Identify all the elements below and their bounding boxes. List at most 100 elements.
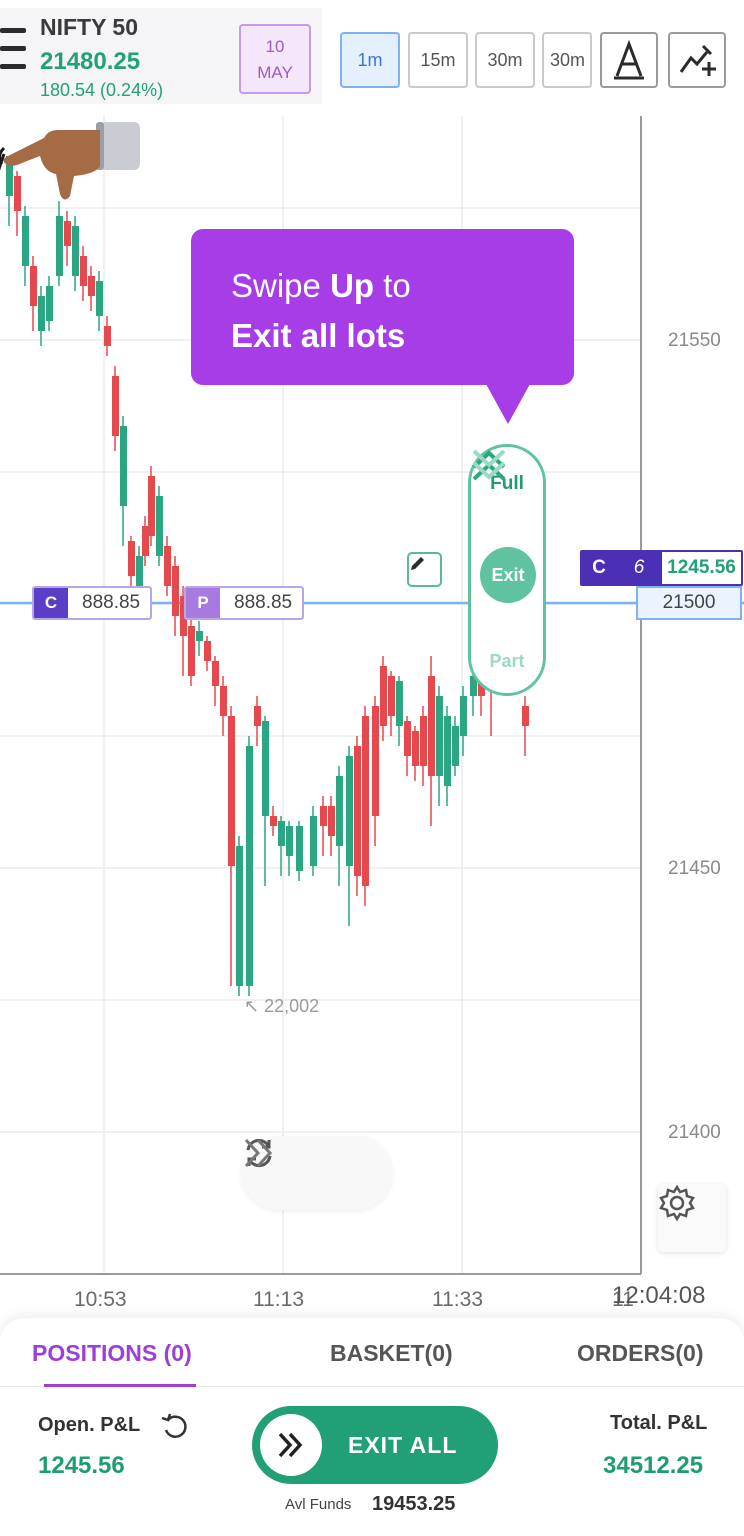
candle-body — [328, 806, 335, 836]
candle-body — [212, 661, 219, 686]
candle-body — [336, 776, 343, 846]
date-month: MAY — [257, 63, 293, 82]
chart-header: NIFTY 50 21480.25 180.54 (0.24%) 10 MAY … — [0, 0, 744, 110]
candle-body — [436, 696, 443, 776]
expiry-date-button[interactable]: 10 MAY — [239, 24, 311, 94]
candle-body — [196, 631, 203, 641]
candle-body — [254, 706, 261, 726]
text-tool-button[interactable] — [600, 32, 658, 88]
menu-icon[interactable] — [0, 28, 28, 74]
open-pnl-label: Open. P&L — [38, 1414, 141, 1436]
x-axis-label: 10:53 — [74, 1288, 127, 1311]
put-order-price: 888.85 — [234, 592, 293, 613]
timeframe-15m-button[interactable]: 15m — [408, 32, 468, 88]
position-tag[interactable]: C 6 1245.56 — [580, 550, 743, 586]
tab-positions[interactable]: POSITIONS (0) — [32, 1340, 192, 1367]
swipe-exit-handle[interactable]: Exit — [480, 547, 536, 603]
edit-position-button[interactable] — [407, 552, 442, 587]
candle-body — [38, 296, 45, 331]
positions-panel: POSITIONS (0) BASKET(0) ORDERS(0) Open. … — [0, 1318, 744, 1536]
pointing-hand-icon — [0, 122, 140, 200]
candle-body — [396, 681, 403, 726]
candle-body — [120, 426, 127, 506]
candle-body — [270, 816, 277, 826]
current-price-marker: 21500 — [636, 586, 742, 620]
exit-all-slider[interactable]: EXIT ALL — [252, 1406, 498, 1484]
double-chevron-right-icon — [278, 1432, 303, 1458]
candle-body — [236, 846, 243, 986]
avl-funds-label: Avl Funds — [285, 1496, 352, 1513]
candle-body — [56, 216, 63, 276]
x-axis-label: 11:13 — [253, 1288, 304, 1311]
candle-body — [380, 666, 387, 726]
avl-funds-value: 19453.25 — [372, 1493, 456, 1515]
draw-line-button[interactable] — [668, 32, 726, 88]
candlestick-chart[interactable]: 21550 21450 21400 10:53 11:13 11:33 11 1… — [0, 116, 744, 1316]
candle-body — [112, 376, 119, 436]
x-axis-label: 11:33 — [432, 1288, 483, 1311]
y-axis-label: 21400 — [668, 1122, 721, 1143]
call-order-price: 888.85 — [82, 592, 141, 613]
y-axis-label: 21450 — [668, 858, 721, 879]
exit-all-knob[interactable] — [260, 1414, 322, 1476]
candle-body — [412, 731, 419, 766]
candle-body — [420, 716, 427, 766]
candle-body — [428, 676, 435, 776]
candle-body — [310, 816, 317, 866]
candle-body — [136, 556, 143, 586]
refresh-pnl-icon[interactable] — [160, 1412, 192, 1442]
low-price-value: 22,002 — [264, 996, 320, 1016]
chevron-double-down-icon — [472, 449, 506, 480]
candle-body — [96, 281, 103, 316]
exit-all-label: EXIT ALL — [348, 1431, 458, 1458]
tooltip-line-1: Swipe Up to — [231, 267, 411, 304]
fast-forward-icon[interactable] — [242, 1136, 278, 1170]
candle-body — [80, 256, 87, 286]
candle-body — [156, 496, 163, 556]
put-order-tag[interactable]: P 888.85 — [184, 586, 305, 620]
ticker-name: NIFTY 50 — [40, 14, 138, 40]
candle-body — [142, 526, 149, 556]
position-side-badge: C — [582, 552, 616, 584]
chart-settings-button[interactable] — [658, 1184, 726, 1252]
total-pnl-label: Total. P&L — [610, 1412, 708, 1434]
timeframe-30m-button[interactable]: 30m — [475, 32, 535, 88]
swipe-exit-slider[interactable]: Full Exit Part — [468, 444, 546, 696]
candle-body — [404, 721, 411, 756]
candle-body — [346, 756, 353, 866]
candle-body — [172, 566, 179, 616]
pencil-icon — [411, 557, 424, 570]
put-side-badge: P — [186, 588, 220, 618]
candle-body — [320, 806, 327, 826]
open-pnl-value: 1245.56 — [38, 1452, 125, 1479]
timeframe-1m-button[interactable]: 1m — [340, 32, 400, 88]
candle-body — [362, 716, 369, 886]
candle-body — [30, 266, 37, 306]
position-pnl: 1245.56 — [662, 552, 741, 584]
current-time: 12:04:08 — [612, 1282, 706, 1309]
candle-body — [64, 221, 71, 246]
y-axis-label: 21550 — [668, 330, 721, 351]
tab-basket[interactable]: BASKET(0) — [330, 1340, 453, 1367]
ticker-change: 180.54 (0.24%) — [40, 80, 164, 100]
ticker-price: 21480.25 — [40, 48, 141, 75]
candle-body — [278, 821, 285, 846]
position-qty: 6 — [616, 552, 662, 584]
active-tab-indicator — [44, 1384, 196, 1387]
call-order-tag[interactable]: C 888.85 — [32, 586, 153, 620]
draw-line-plus-icon — [679, 44, 716, 76]
timeframe-30m-button-2[interactable]: 30m — [542, 32, 592, 88]
date-day: 10 — [265, 37, 285, 56]
replay-controls — [242, 1136, 392, 1210]
candle-body — [296, 826, 303, 871]
candle-body — [460, 696, 467, 736]
candle-body — [262, 721, 269, 816]
text-tool-icon — [614, 40, 644, 80]
swipe-hint-tooltip: Swipe Up to Exit all lots — [191, 229, 574, 385]
tooltip-pointer — [486, 384, 530, 424]
candle-body — [246, 746, 253, 986]
candle-body — [148, 476, 155, 536]
candle-body — [88, 276, 95, 296]
tab-orders[interactable]: ORDERS(0) — [577, 1340, 704, 1367]
candle-body — [104, 326, 111, 346]
